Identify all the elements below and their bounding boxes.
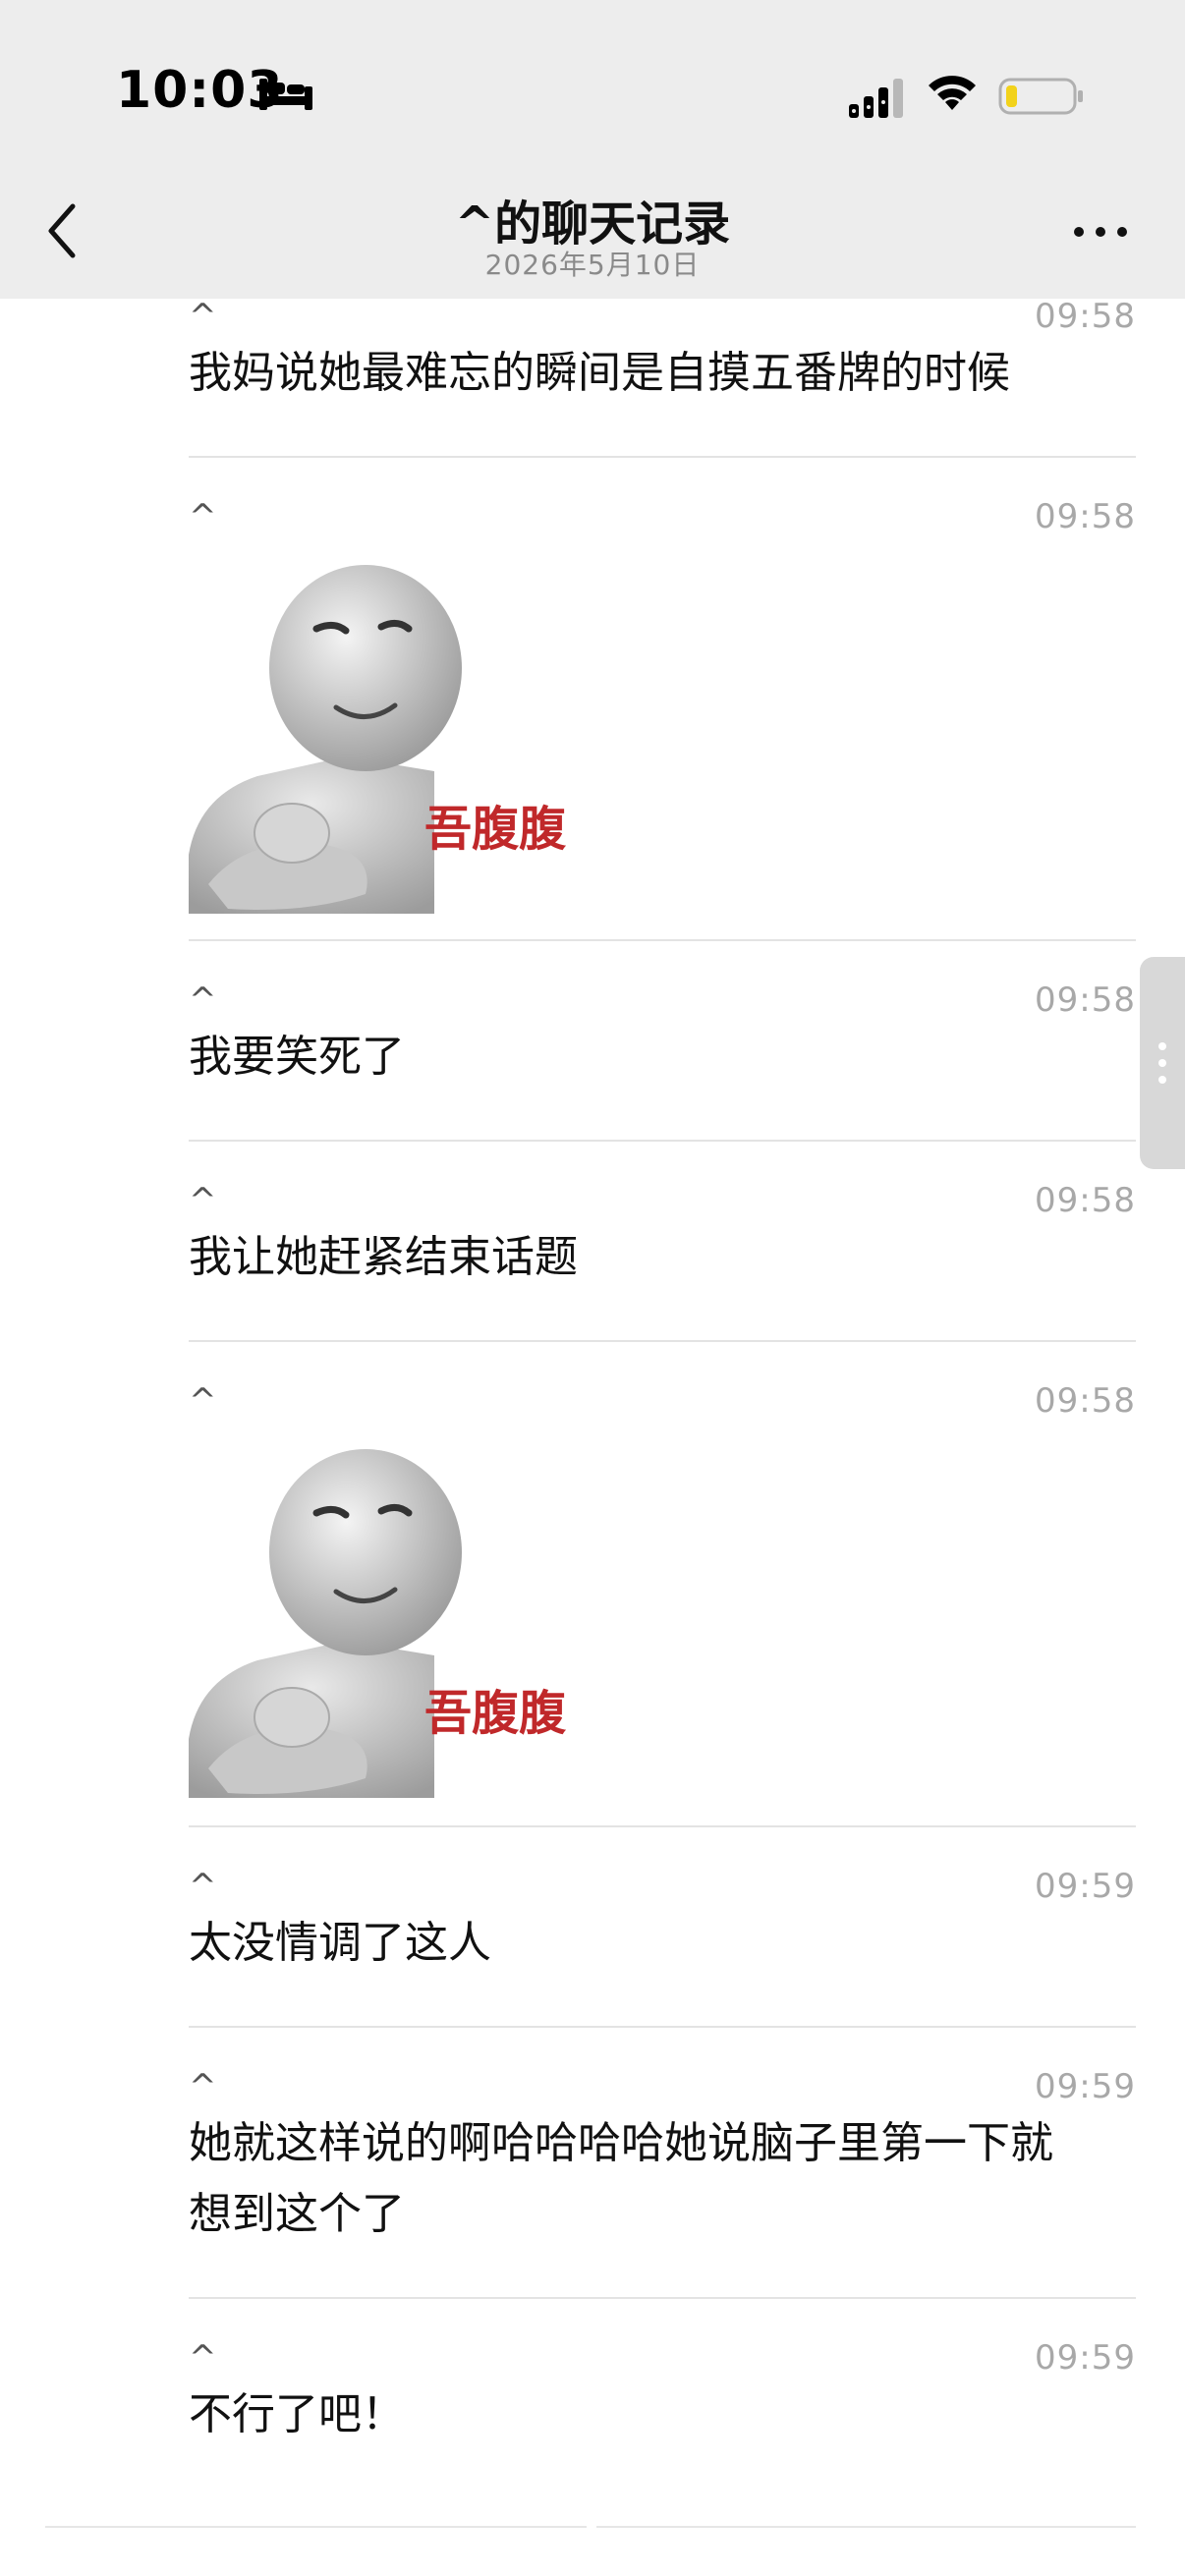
divider: [189, 939, 1136, 941]
list-item[interactable]: ^ 09:59 她就这样说的啊哈哈哈哈她说脑子里第一下就 想到这个了: [189, 2067, 1136, 2254]
drag-handle-icon: [1158, 1042, 1166, 1084]
scroll-handle[interactable]: [1140, 957, 1185, 1169]
sticker-image[interactable]: 吾腹腹: [189, 1444, 592, 1798]
ellipsis-icon[interactable]: [1071, 220, 1130, 244]
sender-name: ^: [189, 1181, 217, 1220]
divider: [189, 2026, 1136, 2028]
message-text: 我妈说她最难忘的瞬间是自摸五番牌的时候: [189, 348, 1010, 398]
message-time: 09:58: [1035, 980, 1136, 1020]
battery-icon: [998, 78, 1083, 115]
divider: [189, 456, 1136, 458]
list-item[interactable]: ^ 09:58 吾腹腹: [189, 1381, 1136, 1823]
message-time: 09:58: [1035, 497, 1136, 536]
message-text: 我让她赶紧结束话题: [189, 1232, 578, 1282]
sticker-caption: 吾腹腹: [424, 1688, 567, 1740]
message-time: 09:59: [1035, 2067, 1136, 2106]
list-item[interactable]: ^ 09:59 不行了吧！: [189, 2338, 1136, 2446]
sender-name: ^: [189, 299, 217, 336]
message-time: 09:59: [1035, 1867, 1136, 1906]
status-bar: 10:03: [0, 0, 1185, 167]
bed-icon: [259, 79, 312, 110]
sender-name: ^: [189, 1867, 217, 1906]
wifi-icon: [929, 76, 976, 110]
list-item[interactable]: ^ 09:58 我让她赶紧结束话题: [189, 1181, 1136, 1289]
sender-name: ^: [189, 2067, 217, 2106]
divider: [189, 1140, 1136, 1142]
sticker-image[interactable]: 吾腹腹: [189, 560, 592, 914]
sender-name: ^: [189, 2338, 217, 2378]
sender-name: ^: [189, 1381, 217, 1421]
sender-name: ^: [189, 497, 217, 536]
list-item[interactable]: ^ 09:58 我要笑死了: [189, 980, 1136, 1089]
message-time: 09:58: [1035, 1381, 1136, 1421]
bottom-dot: [587, 2523, 596, 2531]
sender-name: ^: [189, 980, 217, 1020]
list-item[interactable]: ^ 09:58 吾腹腹: [189, 497, 1136, 939]
message-time: 09:59: [1035, 2338, 1136, 2378]
divider: [189, 2297, 1136, 2299]
signal-icon: [849, 79, 903, 118]
message-text-line-2: 想到这个了: [189, 2189, 405, 2239]
list-item[interactable]: ^ 09:58 我妈说她最难忘的瞬间是自摸五番牌的时候: [189, 299, 1136, 405]
message-text: 太没情调了这人: [189, 1918, 491, 1968]
nav-header: ^的聊天记录 2026年5月10日: [0, 167, 1185, 299]
message-text: 不行了吧！: [189, 2389, 405, 2439]
sticker-caption: 吾腹腹: [424, 804, 567, 856]
divider: [189, 1340, 1136, 1342]
message-text: 我要笑死了: [189, 1032, 405, 1082]
divider: [189, 1825, 1136, 1827]
chat-history-list[interactable]: ^ 09:58 我妈说她最难忘的瞬间是自摸五番牌的时候 ^ 09:58 吾腹腹 …: [0, 299, 1185, 2576]
list-item[interactable]: ^ 09:59 太没情调了这人: [189, 1867, 1136, 1975]
message-time: 09:58: [1035, 299, 1136, 336]
page-subtitle-date: 2026年5月10日: [484, 249, 701, 281]
message-time: 09:58: [1035, 1181, 1136, 1220]
message-text-line-1: 她就这样说的啊哈哈哈哈她说脑子里第一下就: [189, 2118, 1053, 2168]
